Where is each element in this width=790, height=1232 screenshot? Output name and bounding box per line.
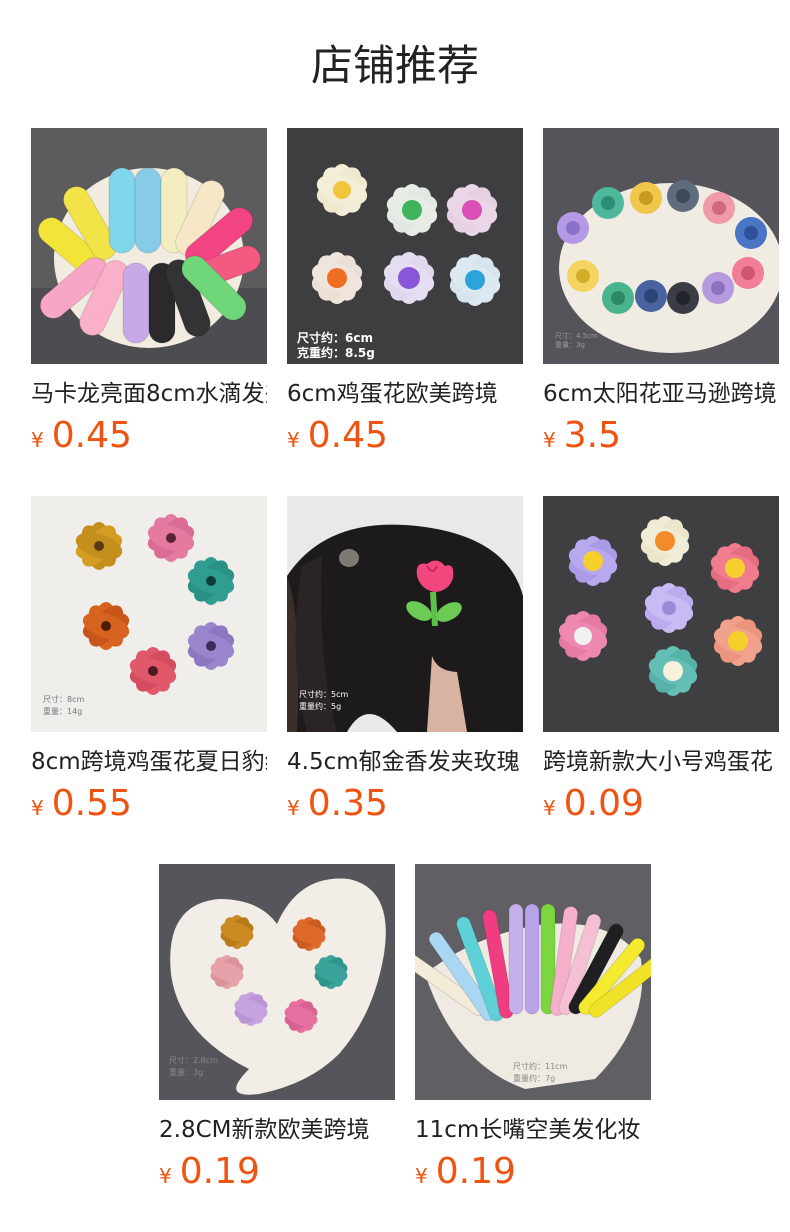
product-card[interactable]: 尺寸：4.5cm 重量：3g 6cm太阳花亚马逊跨境 ¥3.5	[543, 128, 779, 456]
product-image[interactable]: 尺寸：2.8cm 重量：3g	[159, 864, 395, 1100]
currency-symbol: ¥	[543, 796, 556, 820]
currency-symbol: ¥	[287, 796, 300, 820]
overlay-weight-text: 重量：3g	[169, 1067, 203, 1077]
product-image[interactable]: 尺寸约：5cm 重量约：5g	[287, 496, 523, 732]
product-price: ¥0.19	[415, 1152, 651, 1192]
product-card[interactable]: 尺寸约：11cm 重量约：7g 11cm长嘴空美发化妆 ¥0.19	[415, 864, 651, 1192]
price-value: 0.19	[435, 1151, 516, 1192]
currency-symbol: ¥	[31, 428, 44, 452]
product-image[interactable]: 尺寸：4.5cm 重量：3g	[543, 128, 779, 364]
currency-symbol: ¥	[31, 796, 44, 820]
price-value: 0.45	[307, 415, 388, 456]
overlay-size-text: 尺寸约：6cm	[297, 330, 373, 345]
product-image[interactable]: 尺寸：8cm 重量：14g	[31, 496, 267, 732]
product-name[interactable]: 6cm鸡蛋花欧美跨境	[287, 376, 523, 412]
product-card[interactable]: 马卡龙亮面8cm水滴发夹 ¥0.45	[31, 128, 267, 456]
product-card[interactable]: 跨境新款大小号鸡蛋花 ¥0.09	[543, 496, 779, 824]
overlay-weight-text: 重量约：5g	[299, 701, 341, 711]
price-value: 0.19	[179, 1151, 260, 1192]
product-image[interactable]: 尺寸约：6cm 克重约：8.5g	[287, 128, 523, 364]
product-name[interactable]: 2.8CM新款欧美跨境	[159, 1112, 395, 1148]
overlay-weight-text: 克重约：8.5g	[297, 345, 375, 360]
overlay-size-text: 尺寸：8cm	[43, 694, 84, 704]
product-price: ¥3.5	[543, 416, 779, 456]
product-card[interactable]: 尺寸约：6cm 克重约：8.5g 6cm鸡蛋花欧美跨境 ¥0.45	[287, 128, 523, 456]
overlay-size-text: 尺寸约：11cm	[513, 1061, 568, 1071]
price-value: 3.5	[563, 415, 621, 456]
product-price: ¥0.45	[31, 416, 267, 456]
product-image[interactable]: 尺寸约：11cm 重量约：7g	[415, 864, 651, 1100]
product-name[interactable]: 马卡龙亮面8cm水滴发夹	[31, 376, 267, 412]
product-name[interactable]: 8cm跨境鸡蛋花夏日豹纹	[31, 744, 267, 780]
product-name[interactable]: 4.5cm郁金香发夹玫瑰	[287, 744, 523, 780]
product-card[interactable]: 尺寸：2.8cm 重量：3g 2.8CM新款欧美跨境 ¥0.19	[159, 864, 395, 1192]
currency-symbol: ¥	[543, 428, 556, 452]
price-value: 0.35	[307, 783, 388, 824]
price-value: 0.09	[563, 783, 644, 824]
product-price: ¥0.45	[287, 416, 523, 456]
product-grid: 马卡龙亮面8cm水滴发夹 ¥0.45 尺寸约：6cm 克重约：8.5g 6cm鸡…	[0, 0, 790, 1232]
product-price: ¥0.09	[543, 784, 779, 824]
currency-symbol: ¥	[415, 1164, 428, 1188]
product-image[interactable]	[31, 128, 267, 364]
currency-symbol: ¥	[159, 1164, 172, 1188]
product-image[interactable]	[543, 496, 779, 732]
overlay-weight-text: 重量：3g	[555, 341, 585, 349]
product-card[interactable]: 尺寸：8cm 重量：14g 8cm跨境鸡蛋花夏日豹纹 ¥0.55	[31, 496, 267, 824]
overlay-size-text: 尺寸：2.8cm	[169, 1055, 218, 1065]
overlay-size-text: 尺寸：4.5cm	[555, 331, 598, 340]
product-name[interactable]: 6cm太阳花亚马逊跨境	[543, 376, 779, 412]
product-card[interactable]: 尺寸约：5cm 重量约：5g 4.5cm郁金香发夹玫瑰 ¥0.35	[287, 496, 523, 824]
product-price: ¥0.55	[31, 784, 267, 824]
currency-symbol: ¥	[287, 428, 300, 452]
product-price: ¥0.19	[159, 1152, 395, 1192]
overlay-weight-text: 重量约：7g	[513, 1073, 555, 1083]
overlay-size-text: 尺寸约：5cm	[299, 689, 348, 699]
product-price: ¥0.35	[287, 784, 523, 824]
price-value: 0.55	[51, 783, 132, 824]
price-value: 0.45	[51, 415, 132, 456]
product-name[interactable]: 跨境新款大小号鸡蛋花	[543, 744, 779, 780]
product-name[interactable]: 11cm长嘴空美发化妆	[415, 1112, 651, 1148]
overlay-weight-text: 重量：14g	[43, 706, 82, 716]
